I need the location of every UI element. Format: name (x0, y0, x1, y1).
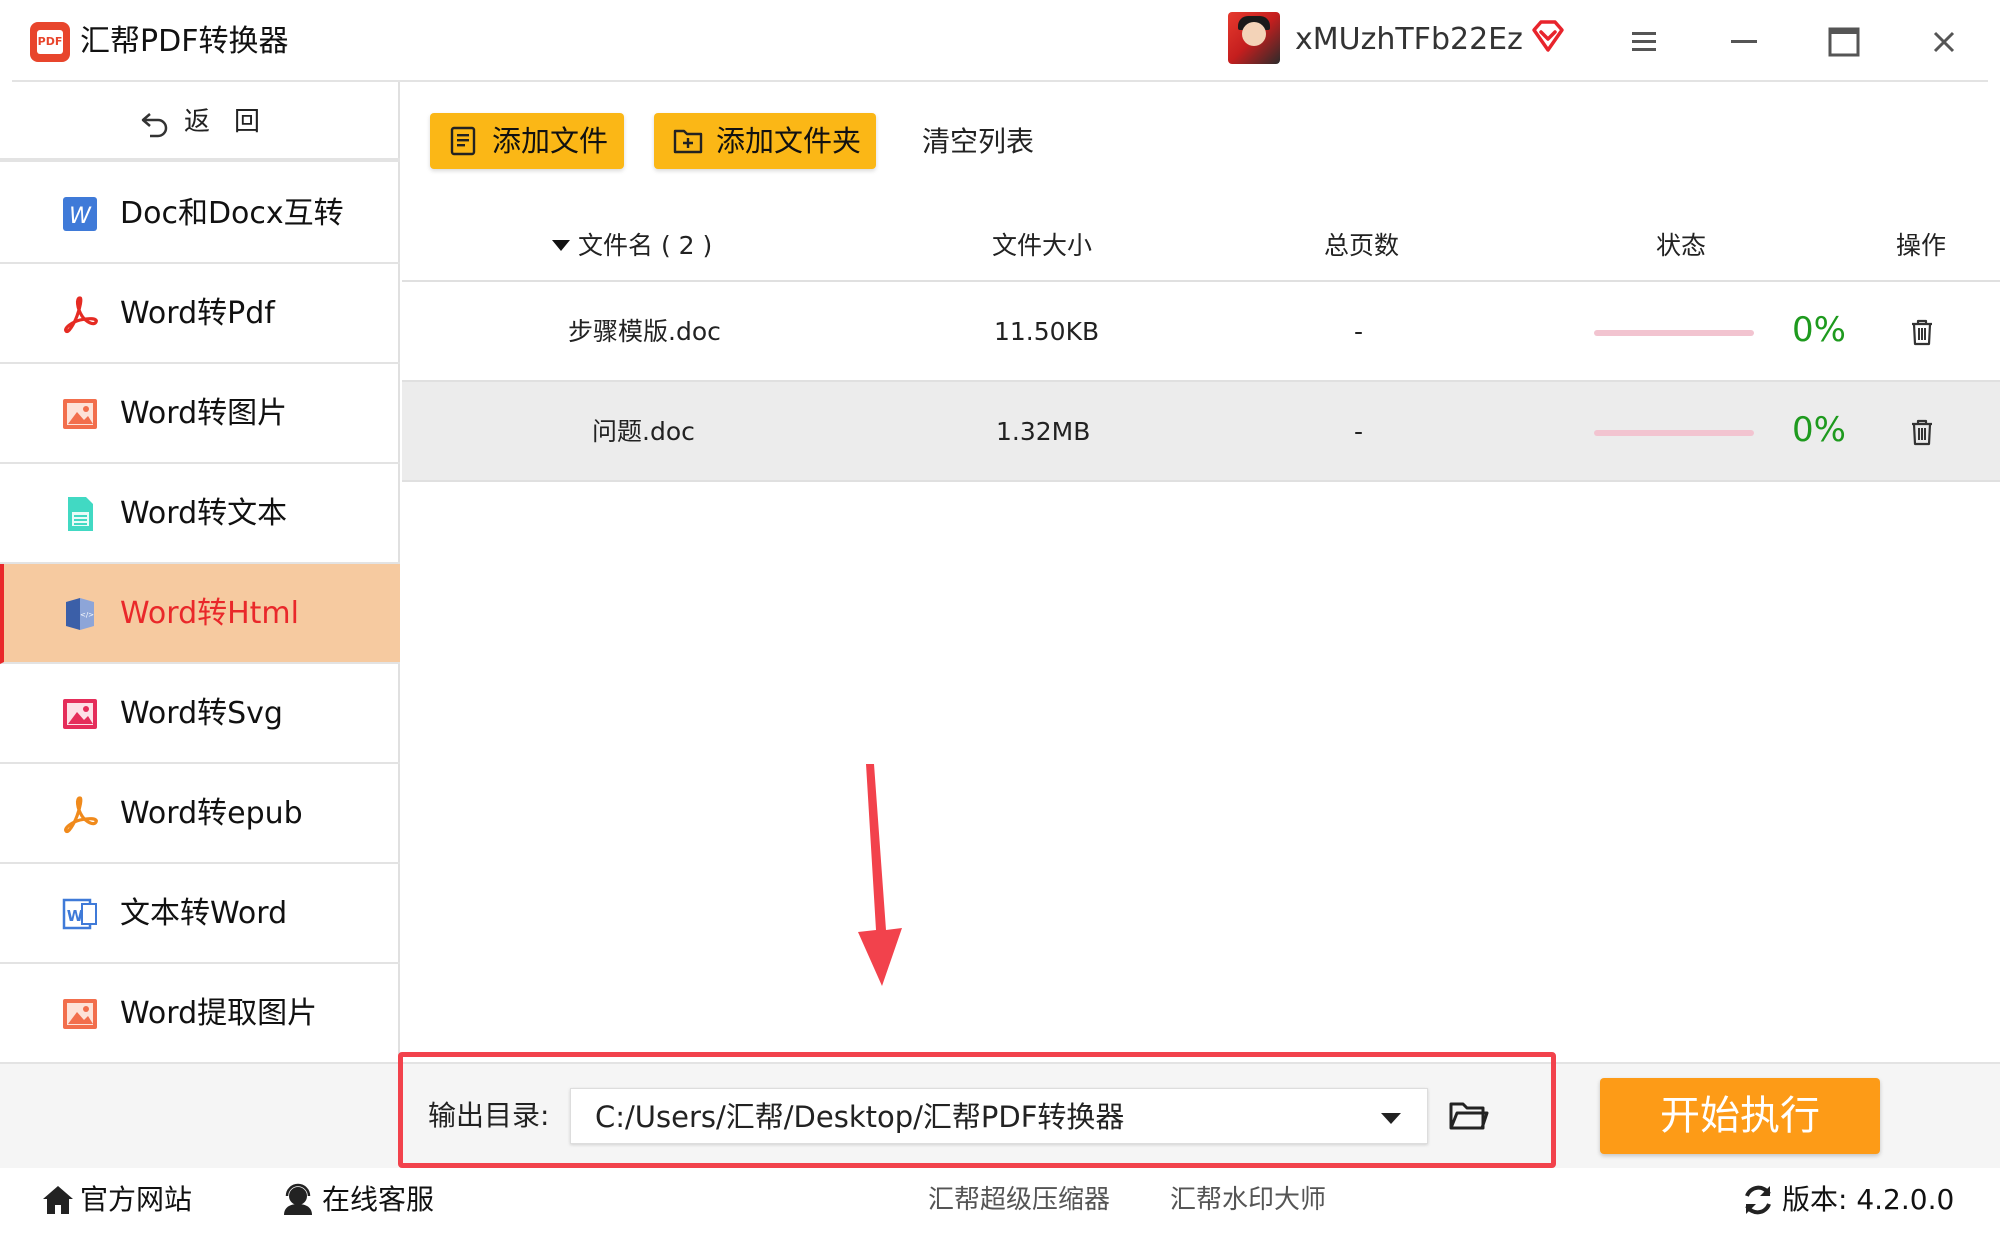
progress-percent: 0% (1792, 310, 1846, 350)
sidebar-item-label: Word转图片 (120, 396, 288, 431)
col-size: 文件大小 (992, 231, 1093, 260)
vip-diamond-icon[interactable] (1530, 18, 1566, 54)
avatar[interactable] (1228, 12, 1280, 64)
sidebar-item-label: 文本转Word (120, 896, 288, 931)
sidebar-item-label: Doc和Docx互转 (120, 196, 344, 231)
sidebar-item-word-html[interactable]: </> Word转Html (0, 564, 400, 664)
file-table-header: 文件名 ( 2 ) 文件大小 总页数 状态 操作 (402, 210, 2000, 282)
file-name: 问题.doc (592, 417, 695, 446)
annotation-highlight-box (398, 1052, 1556, 1168)
back-label: 返回 (184, 107, 285, 137)
customer-service-icon (284, 1183, 312, 1215)
col-action: 操作 (1896, 231, 1947, 260)
add-file-icon (450, 126, 476, 156)
image-icon (63, 399, 97, 429)
progress-bar (1594, 430, 1754, 436)
sidebar-item-label: Word转epub (120, 796, 303, 831)
add-folder-icon (673, 129, 703, 154)
svg-text:W: W (67, 907, 84, 925)
sidebar-item-doc-docx[interactable]: W Doc和Docx互转 (0, 164, 400, 264)
add-file-button[interactable]: 添加文件 (430, 113, 624, 169)
svg-text:</>: </> (80, 611, 94, 619)
back-button[interactable]: 返回 (0, 82, 400, 162)
file-size: 1.32MB (996, 417, 1091, 446)
watermark-link[interactable]: 汇帮水印大师 (1170, 1180, 1326, 1220)
sidebar-item-word-epub[interactable]: Word转epub (0, 764, 400, 864)
trash-icon[interactable] (1906, 416, 1938, 448)
footer: 官方网站 在线客服 汇帮超级压缩器 汇帮水印大师 版本: 4.2.0.0 (0, 1168, 2000, 1234)
svg-text:W: W (69, 204, 92, 229)
table-row[interactable]: 步骤模版.doc 11.50KB - 0% (402, 282, 2000, 382)
sidebar-item-word-text[interactable]: Word转文本 (0, 464, 400, 564)
progress-bar (1594, 330, 1754, 336)
title-bar: PDF 汇帮PDF转换器 xMUzhTFb22Ez (0, 0, 2000, 82)
col-filename[interactable]: 文件名 ( 2 ) (578, 228, 712, 264)
epub-acrobat-icon (64, 796, 98, 834)
maximize-icon[interactable] (1822, 20, 1866, 64)
sidebar-item-label: Word转Pdf (120, 296, 275, 331)
file-pages: - (1354, 417, 1364, 446)
refresh-icon[interactable] (1740, 1182, 1776, 1218)
back-arrow-icon (141, 113, 168, 138)
online-service-link[interactable]: 在线客服 (322, 1180, 434, 1220)
version-label: 版本: 4.2.0.0 (1782, 1183, 1955, 1216)
close-icon[interactable] (1922, 20, 1966, 64)
progress-percent: 0% (1792, 410, 1846, 450)
file-size: 11.50KB (994, 317, 1100, 346)
menu-icon[interactable] (1622, 20, 1666, 64)
username[interactable]: xMUzhTFb22Ez (1295, 20, 1523, 60)
official-site-link[interactable]: 官方网站 (80, 1180, 192, 1220)
start-execute-button[interactable]: 开始执行 (1600, 1078, 1880, 1154)
minimize-icon[interactable] (1722, 20, 1766, 64)
text-doc-icon (68, 497, 93, 531)
table-row[interactable]: 问题.doc 1.32MB - 0% (402, 382, 2000, 482)
avatar-face (1242, 22, 1266, 46)
col-status: 状态 (1656, 231, 1707, 260)
file-pages: - (1354, 317, 1364, 346)
home-icon (43, 1186, 73, 1214)
sidebar-item-extract-image[interactable]: Word提取图片 (0, 964, 400, 1064)
sidebar-item-label: Word提取图片 (120, 996, 318, 1031)
compressor-link[interactable]: 汇帮超级压缩器 (928, 1180, 1110, 1220)
app-title: 汇帮PDF转换器 (80, 24, 289, 59)
annotation-arrow-icon (858, 764, 902, 986)
sidebar-item-text-word[interactable]: W 文本转Word (0, 864, 400, 964)
add-file-label: 添加文件 (492, 124, 609, 158)
add-folder-label: 添加文件夹 (716, 124, 862, 158)
col-pages: 总页数 (1324, 231, 1400, 260)
word-doc-icon: W (62, 898, 97, 930)
sidebar-item-label: Word转Html (120, 596, 299, 631)
clear-list-button[interactable]: 清空列表 (922, 122, 1034, 162)
svg-image-icon (63, 699, 97, 729)
extract-image-icon (63, 999, 97, 1029)
sidebar-item-label: Word转文本 (120, 496, 288, 531)
sidebar-item-word-pdf[interactable]: Word转Pdf (0, 264, 400, 364)
app-logo-icon: PDF (30, 22, 70, 62)
sidebar-item-word-image[interactable]: Word转图片 (0, 364, 400, 464)
html-book-icon: </> (66, 598, 94, 630)
trash-icon[interactable] (1906, 316, 1938, 348)
file-name: 步骤模版.doc (568, 317, 721, 346)
sort-desc-icon[interactable] (552, 240, 570, 251)
word-w-icon: W (63, 197, 97, 231)
logo-text: PDF (37, 30, 63, 54)
sidebar: 返回 W Doc和Docx互转 Word转Pdf Word转图片 Word转文本… (0, 82, 400, 1064)
sidebar-item-word-svg[interactable]: Word转Svg (0, 664, 400, 764)
sidebar-item-label: Word转Svg (120, 696, 283, 731)
pdf-acrobat-icon (64, 296, 98, 334)
add-folder-button[interactable]: 添加文件夹 (654, 113, 876, 169)
